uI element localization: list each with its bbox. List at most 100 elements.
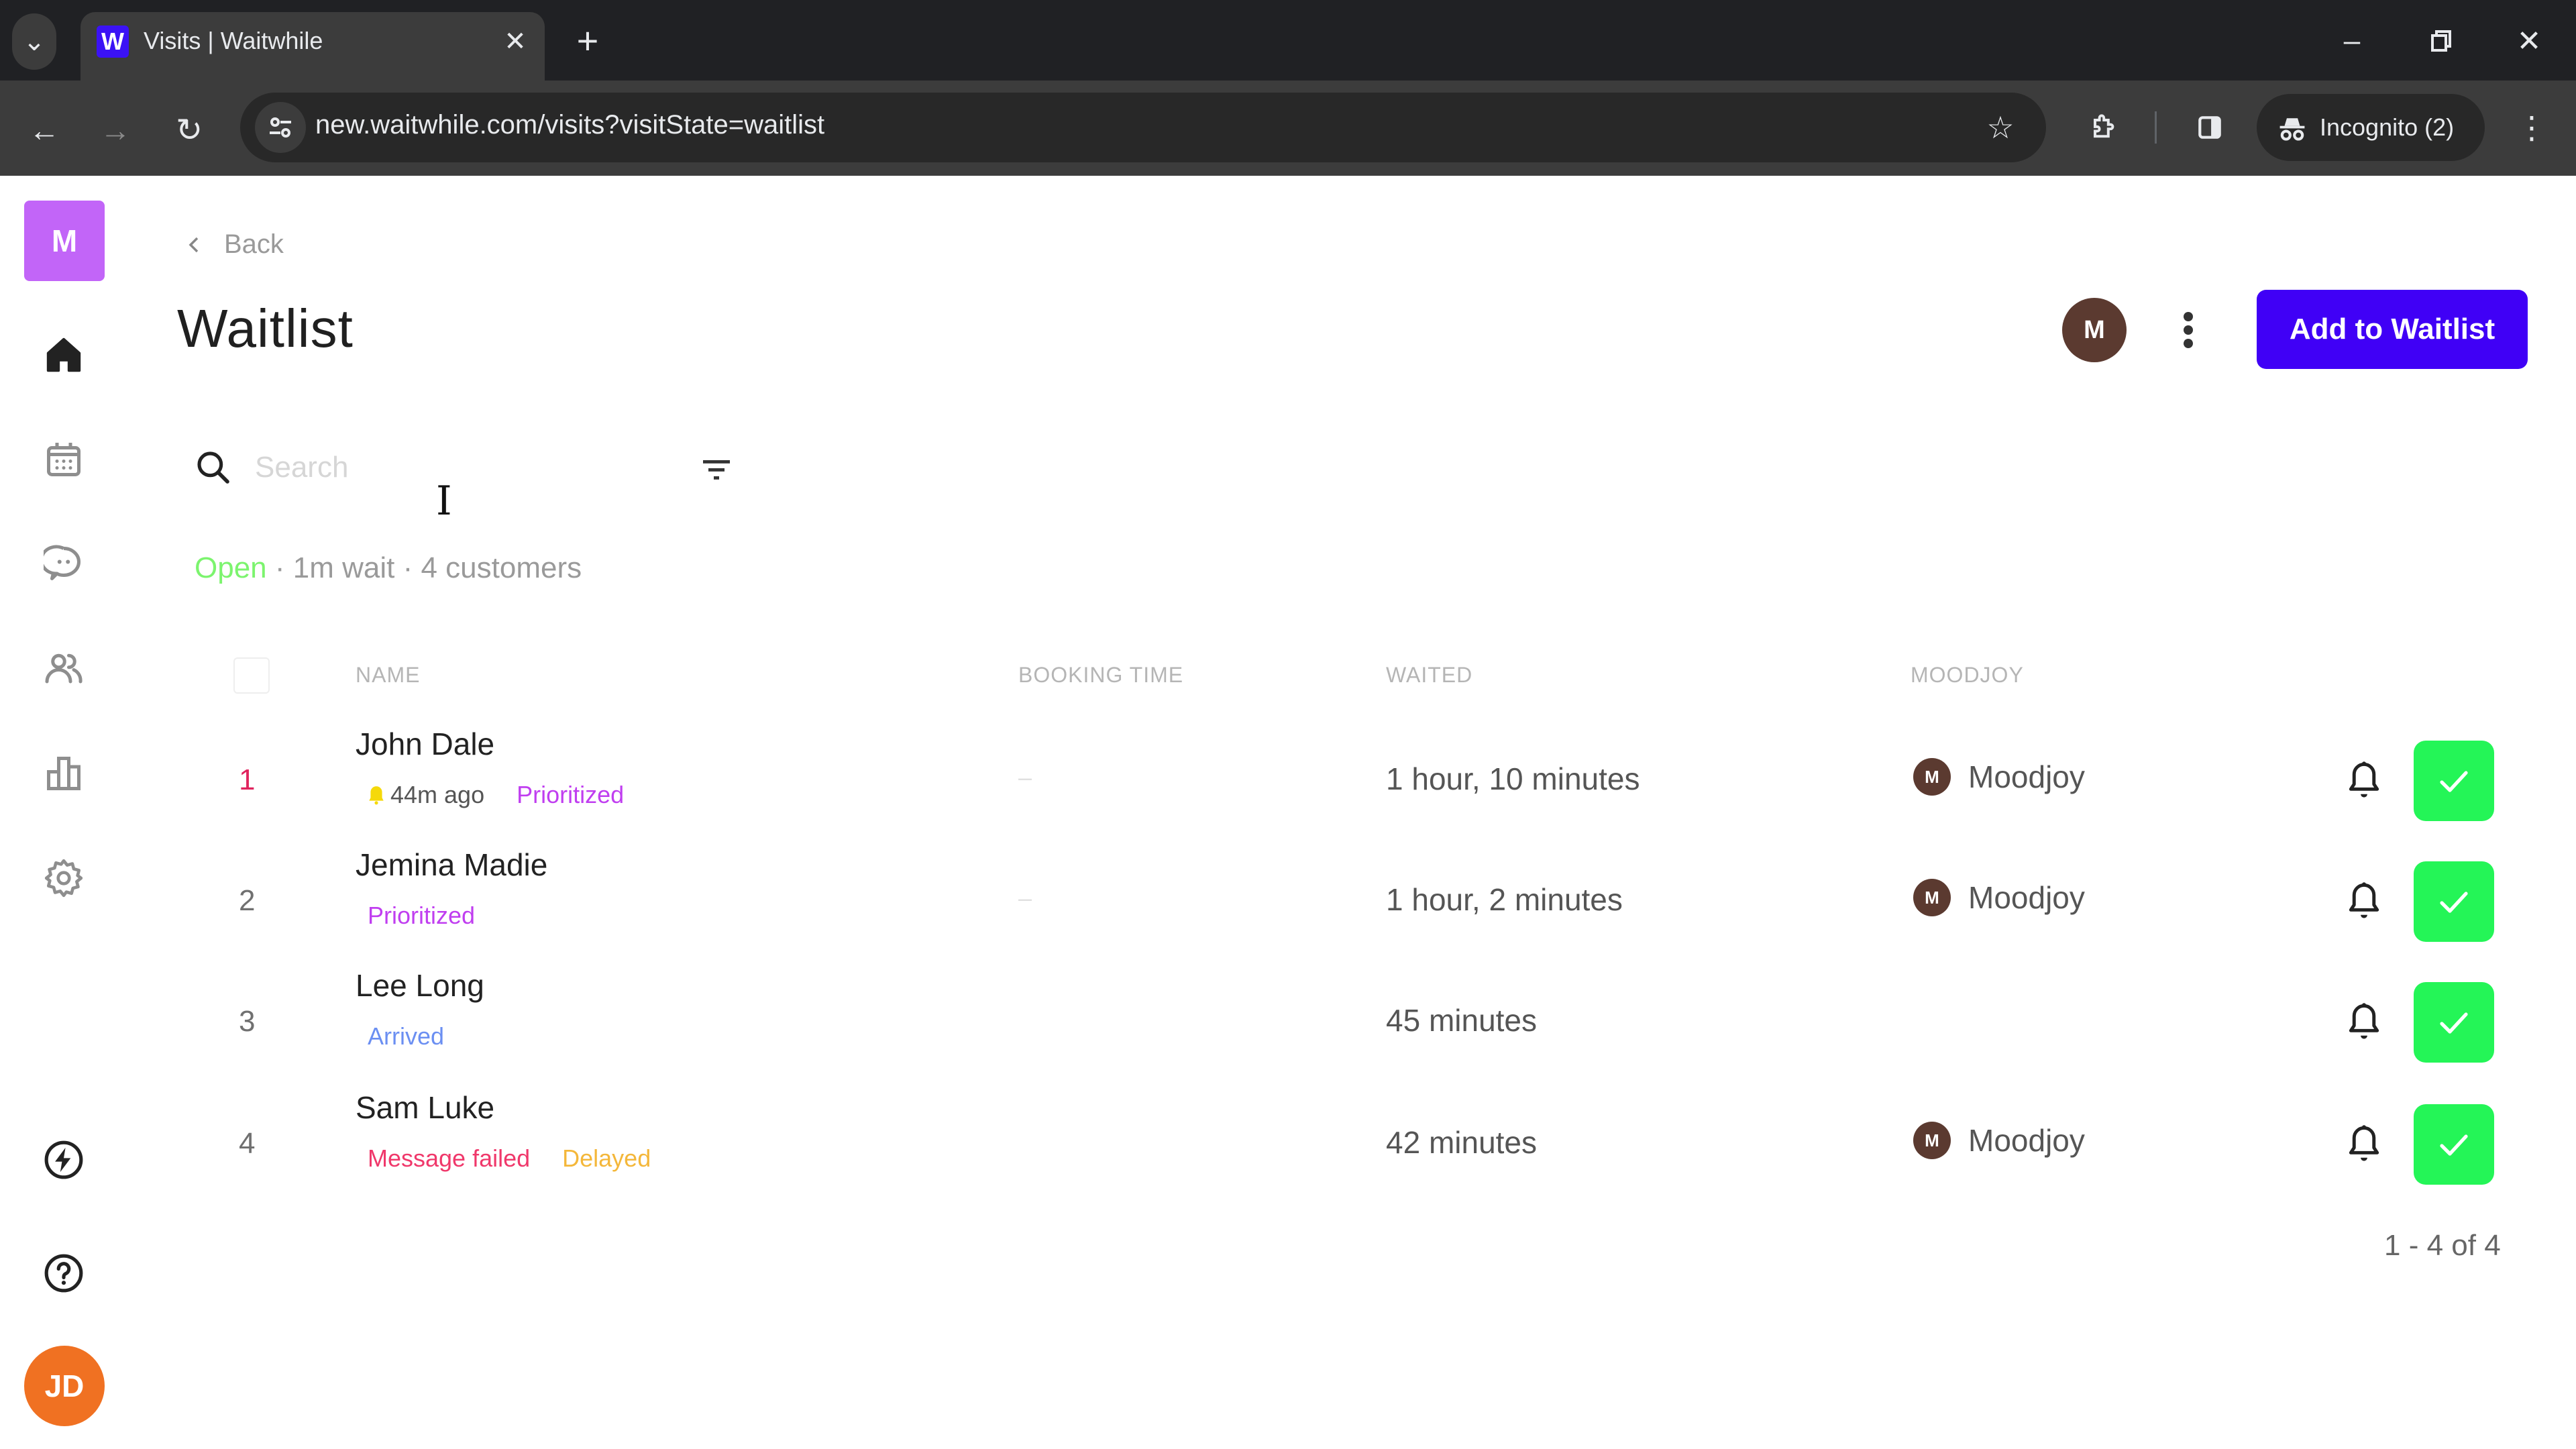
column-header-waited[interactable]: WAITED — [1386, 663, 1472, 688]
chevron-left-icon — [189, 237, 199, 252]
queue-position: 3 — [239, 1005, 256, 1038]
sidebar-item-home[interactable] — [37, 328, 91, 382]
check-icon — [2440, 1012, 2468, 1034]
extensions-button[interactable] — [2078, 103, 2127, 152]
serve-button[interactable] — [2414, 1104, 2494, 1185]
close-icon: ✕ — [2516, 24, 2542, 58]
open-status: Open — [195, 551, 267, 584]
notify-button[interactable] — [2339, 755, 2390, 806]
tab-list-button[interactable]: ⌄ — [12, 13, 56, 70]
booking-time: – — [1018, 763, 1032, 791]
add-to-waitlist-button[interactable]: Add to Waitlist — [2257, 290, 2528, 369]
table-row[interactable]: 2 Jemina Madie Prioritized – 1 hour, 2 minut… — [0, 847, 2576, 967]
notify-button[interactable] — [2339, 876, 2390, 927]
url-text[interactable]: new.waitwhile.com/visits?visitState=wait… — [315, 110, 824, 140]
window-minimize-button[interactable]: – — [2325, 17, 2379, 64]
status-tag: Prioritized — [368, 902, 476, 929]
bell-icon — [2349, 1003, 2379, 1039]
restore-icon — [2431, 30, 2451, 52]
customer-name[interactable]: Jemina Madie — [356, 847, 547, 883]
queue-status: Open · 1m wait · 4 customers — [195, 551, 582, 585]
assignee-avatar: M — [1913, 1122, 1951, 1159]
table-header: NAME BOOKING TIME WAITED MOODJOY — [0, 652, 2576, 699]
column-header-booking-time[interactable]: BOOKING TIME — [1018, 663, 1183, 688]
side-panel-button[interactable] — [2186, 103, 2234, 152]
customer-name[interactable]: John Dale — [356, 726, 494, 762]
column-header-moodjoy[interactable]: MOODJOY — [1911, 663, 2024, 688]
browser-menu-button[interactable]: ⋮ — [2512, 103, 2552, 152]
chevron-down-icon: ⌄ — [23, 27, 46, 56]
toolbar-divider — [2155, 111, 2157, 144]
customer-tags: Message failed Delayed — [368, 1144, 651, 1173]
home-icon — [46, 337, 81, 372]
queue-position: 4 — [239, 1127, 256, 1160]
assignee[interactable]: M Moodjoy — [1913, 1122, 2085, 1159]
column-header-name[interactable]: NAME — [356, 663, 420, 688]
status-separator: · — [394, 551, 421, 584]
tab-close-button[interactable]: ✕ — [496, 23, 534, 60]
table-row[interactable]: 3 Lee Long Arrived 45 minutes — [0, 967, 2576, 1088]
customer-name[interactable]: Lee Long — [356, 967, 484, 1004]
status-separator: · — [266, 551, 293, 584]
table-row[interactable]: 1 John Dale 44m ago Prioritized – 1 hour, 10… — [0, 726, 2576, 847]
forward-button[interactable]: → — [90, 105, 141, 156]
side-panel-icon — [2198, 116, 2221, 139]
tab-title: Visits | Waitwhile — [144, 27, 323, 54]
more-options-button[interactable] — [2168, 303, 2208, 357]
plus-icon: + — [576, 19, 599, 62]
customer-tags: Arrived — [368, 1022, 444, 1051]
bookmark-button[interactable]: ☆ — [1976, 103, 2025, 152]
status-tag: Prioritized — [517, 781, 625, 808]
user-avatar[interactable]: JD — [24, 1346, 105, 1426]
customer-name[interactable]: Sam Luke — [356, 1089, 494, 1126]
reload-icon: ↻ — [175, 113, 203, 148]
queue-position: 2 — [239, 884, 256, 917]
waited-time: 42 minutes — [1386, 1125, 1538, 1160]
bell-icon — [2349, 882, 2379, 918]
reload-button[interactable]: ↻ — [164, 105, 215, 156]
calendar-icon — [47, 443, 80, 476]
assignee[interactable]: M Moodjoy — [1913, 879, 2085, 916]
location-avatar[interactable]: M — [2062, 298, 2127, 362]
window-close-button[interactable]: ✕ — [2502, 17, 2556, 64]
incognito-icon — [2279, 118, 2305, 141]
tune-icon — [270, 117, 291, 138]
star-icon: ☆ — [1986, 110, 2015, 145]
site-info-button[interactable] — [255, 102, 306, 153]
arrow-left-icon: ← — [29, 113, 60, 148]
new-tab-button[interactable]: + — [568, 19, 608, 62]
search-box — [195, 437, 731, 498]
bell-icon — [2349, 1125, 2379, 1161]
notify-button[interactable] — [2339, 997, 2390, 1048]
customer-count: 4 customers — [421, 551, 582, 584]
bell-filled-icon — [369, 786, 384, 805]
waitwhile-app: M JD Back Waitlist M Add to Waitlist Sea… — [0, 176, 2576, 1449]
back-link[interactable]: Back — [184, 229, 284, 260]
waited-time: 45 minutes — [1386, 1003, 1538, 1038]
sidebar-item-messages[interactable] — [37, 537, 91, 590]
assignee-name: Moodjoy — [1968, 1123, 2085, 1158]
table-row[interactable]: 4 Sam Luke Message failed Delayed 42 minutes… — [0, 1089, 2576, 1210]
waited-time: 1 hour, 2 minutes — [1386, 882, 1623, 917]
sidebar-item-calendar[interactable] — [37, 433, 91, 486]
status-tag: Arrived — [368, 1022, 445, 1050]
back-button[interactable]: ← — [19, 105, 70, 156]
wait-time: 1m wait — [292, 551, 395, 584]
serve-button[interactable] — [2414, 741, 2494, 821]
assignee-avatar: M — [1913, 758, 1951, 796]
select-all-checkbox[interactable] — [233, 657, 270, 694]
sidebar-item-help[interactable] — [37, 1246, 91, 1300]
serve-button[interactable] — [2414, 861, 2494, 942]
notify-button[interactable] — [2339, 1119, 2390, 1170]
assignee[interactable]: M Moodjoy — [1913, 758, 2085, 796]
check-icon — [2440, 892, 2468, 913]
assignee-avatar: M — [1913, 879, 1951, 916]
filter-button[interactable] — [698, 451, 735, 488]
booking-time: – — [1018, 884, 1032, 912]
org-switcher[interactable]: M — [24, 201, 105, 281]
back-label: Back — [224, 229, 284, 259]
window-restore-button[interactable] — [2415, 17, 2469, 64]
waited-time: 1 hour, 10 minutes — [1386, 761, 1640, 796]
incognito-indicator[interactable]: Incognito (2) — [2257, 94, 2485, 161]
serve-button[interactable] — [2414, 982, 2494, 1063]
